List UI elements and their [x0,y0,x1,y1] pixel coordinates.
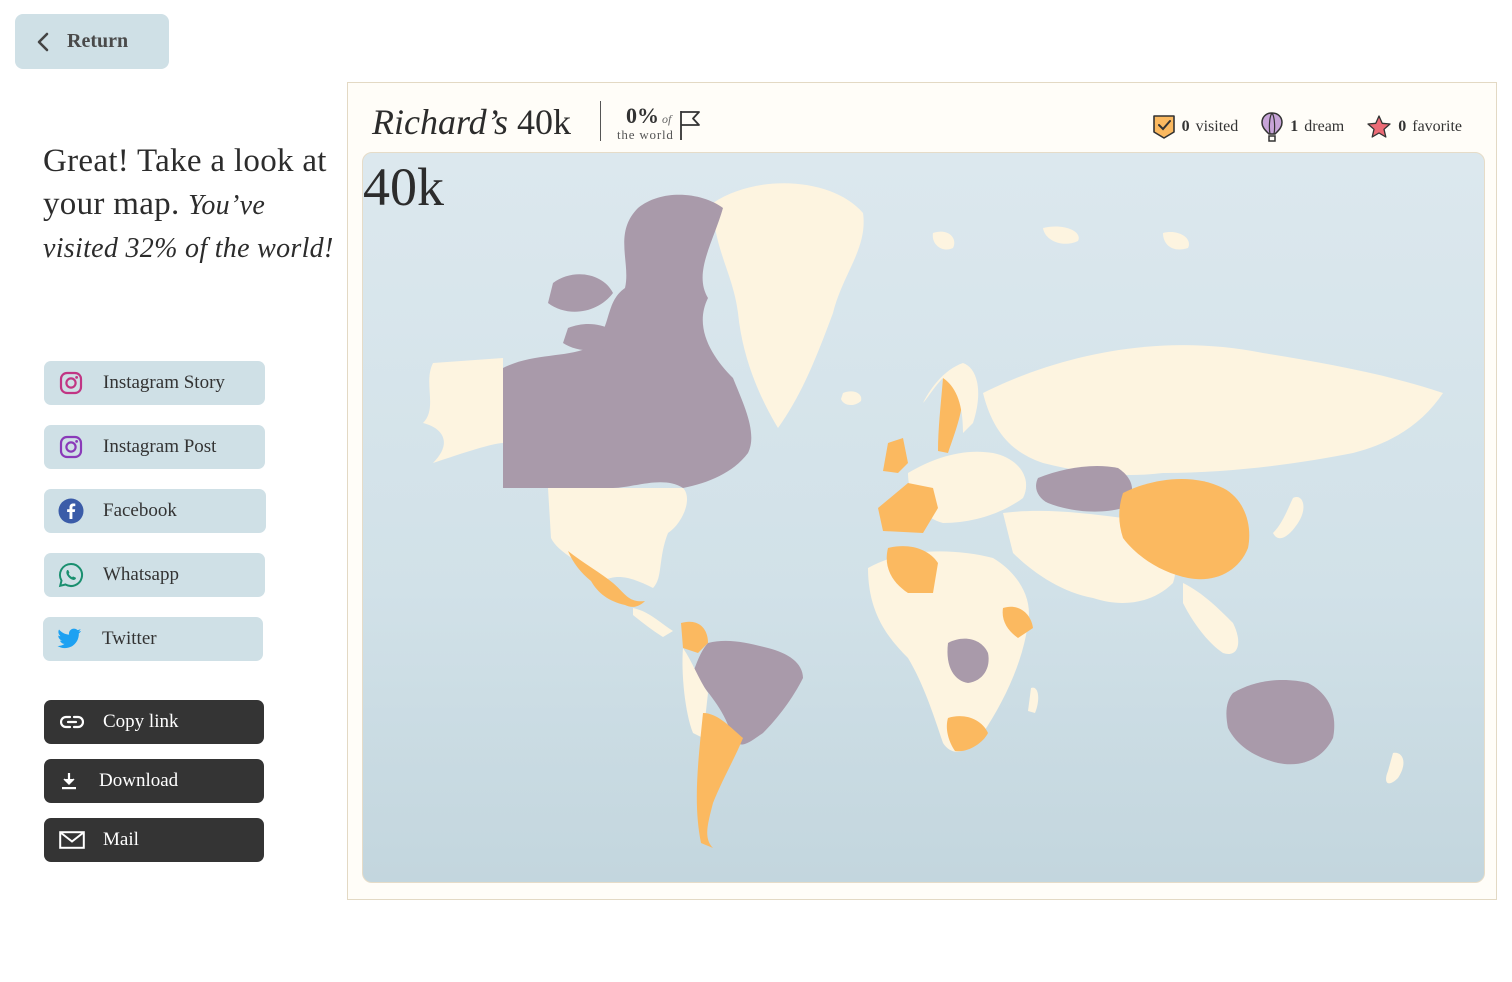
owner-name: Richard’s [372,102,509,142]
country-france-spain [878,483,938,533]
country-alaska [423,358,503,463]
instagram-story-button[interactable]: Instagram Story [44,361,265,405]
country-australia [1226,680,1335,765]
country-argentina [696,713,743,848]
country-madagascar [1028,687,1039,713]
download-label: Download [99,770,179,791]
instagram-post-button[interactable]: Instagram Post [44,425,265,469]
region-arctic-islands [932,226,1189,250]
watermark-text: 40k [363,157,444,213]
dream-count: 1 [1290,118,1299,135]
download-button[interactable]: Download [44,759,264,803]
mail-icon [58,828,86,852]
title-divider [600,101,601,141]
country-kazakhstan [1036,466,1133,512]
whatsapp-icon [58,562,84,588]
chevron-left-icon [37,32,49,51]
download-icon [58,769,80,793]
brand-name: 40k [517,102,572,142]
flag-icon [680,111,700,140]
region-central-america [633,608,673,637]
instagram-post-label: Instagram Post [103,436,217,457]
card-title: Richard’s 40k [372,101,571,143]
visited-count: 0 [1181,118,1190,135]
favorite-label: favorite [1412,118,1462,135]
region-southeast-asia [1183,583,1239,654]
percent-value: 0% [626,103,659,128]
mail-button[interactable]: Mail [44,818,264,862]
country-new-zealand [1386,752,1404,784]
copy-link-label: Copy link [103,711,179,732]
world-map[interactable]: 40k [362,152,1485,883]
dream-stat: 1 dream [1260,111,1344,143]
country-uk [883,438,908,473]
percent-world: the world [617,127,674,142]
twitter-icon [57,626,83,652]
star-icon [1367,115,1391,138]
country-canada [503,194,752,488]
whatsapp-button[interactable]: Whatsapp [44,553,265,597]
link-icon [58,710,86,734]
country-russia [983,345,1443,475]
country-japan [1273,497,1304,539]
visited-stat: 0 visited [1152,114,1239,140]
return-button[interactable]: Return [15,14,169,69]
world-percent: 0% of the world [616,103,706,143]
favorite-stat: 0 favorite [1366,114,1462,140]
percent-of: of [662,112,672,126]
headline-main: Great! Take a look at your map. [43,143,327,222]
twitter-label: Twitter [102,628,157,649]
watermark-logo: 40k [363,157,444,213]
country-usa [548,488,688,588]
stats-bar: 0 visited 1 dream 0 favorite [1152,111,1462,143]
map-card: Richard’s 40k 0% of the world 0 visited [347,82,1497,900]
facebook-icon [58,498,84,524]
facebook-button[interactable]: Facebook [44,489,266,533]
return-label: Return [67,30,129,52]
whatsapp-label: Whatsapp [103,564,179,585]
mail-label: Mail [103,829,139,850]
instagram-icon [58,434,84,460]
headline: Great! Take a look at your map. You’ve v… [43,140,343,269]
instagram-icon [58,370,84,396]
country-iceland [841,391,862,406]
favorite-count: 0 [1398,118,1407,135]
world-map-svg [423,183,1443,848]
instagram-story-label: Instagram Story [103,372,225,393]
check-badge-icon [1152,115,1175,139]
twitter-button[interactable]: Twitter [43,617,263,661]
balloon-icon [1261,112,1284,142]
dream-label: dream [1304,118,1345,135]
visited-label: visited [1195,118,1239,135]
copy-link-button[interactable]: Copy link [44,700,264,744]
facebook-label: Facebook [103,500,177,521]
